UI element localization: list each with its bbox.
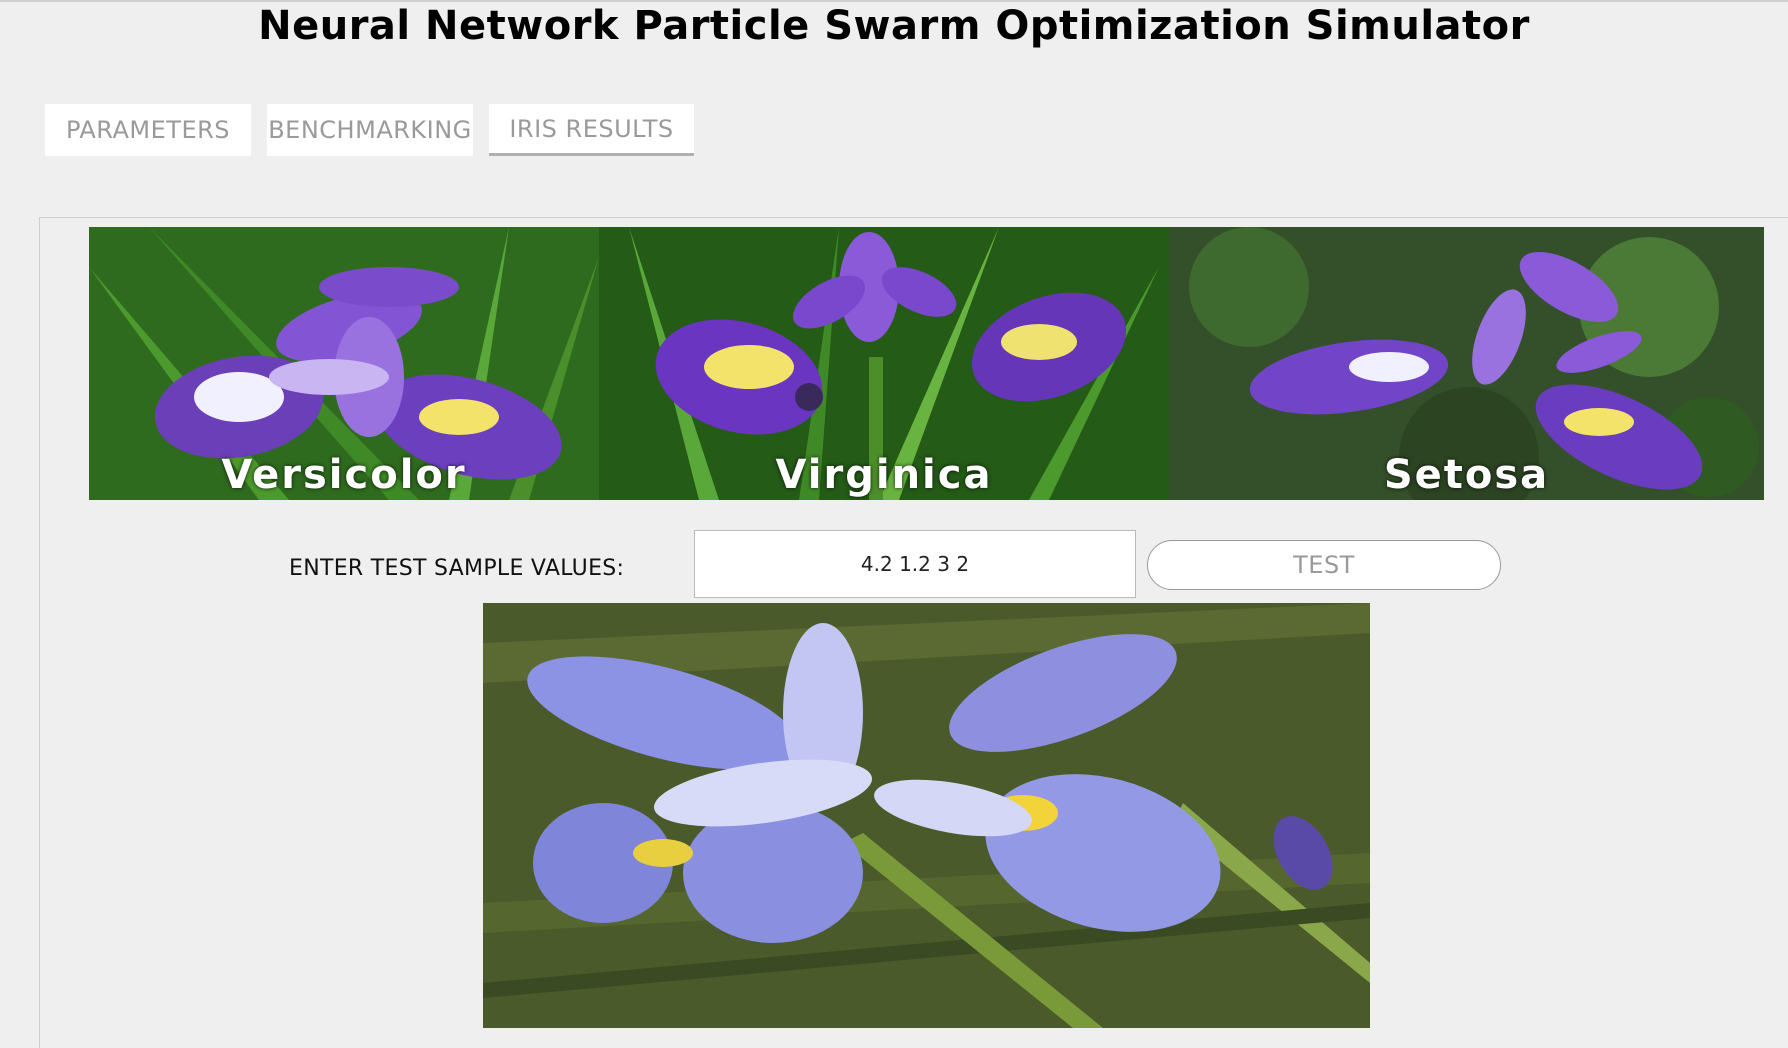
setosa-image: Setosa — [1169, 227, 1764, 500]
iris-species-banner: Versicolor Virginica Setosa — [89, 227, 1764, 500]
versicolor-image: Versicolor — [89, 227, 599, 500]
test-button[interactable]: TEST — [1147, 540, 1501, 590]
test-sample-label: ENTER TEST SAMPLE VALUES: — [289, 556, 625, 581]
tab-benchmarking[interactable]: BENCHMARKING — [267, 104, 473, 156]
page-title: Neural Network Particle Swarm Optimizati… — [258, 3, 1530, 49]
test-sample-input[interactable] — [694, 530, 1136, 598]
virginica-image: Virginica — [599, 227, 1169, 500]
setosa-label: Setosa — [1383, 452, 1550, 498]
predicted-iris-image — [483, 603, 1370, 1028]
tab-iris-results[interactable]: IRIS RESULTS — [489, 104, 694, 156]
tab-parameters[interactable]: PARAMETERS — [45, 104, 251, 156]
virginica-label: Virginica — [775, 452, 993, 498]
versicolor-label: Versicolor — [221, 452, 467, 498]
